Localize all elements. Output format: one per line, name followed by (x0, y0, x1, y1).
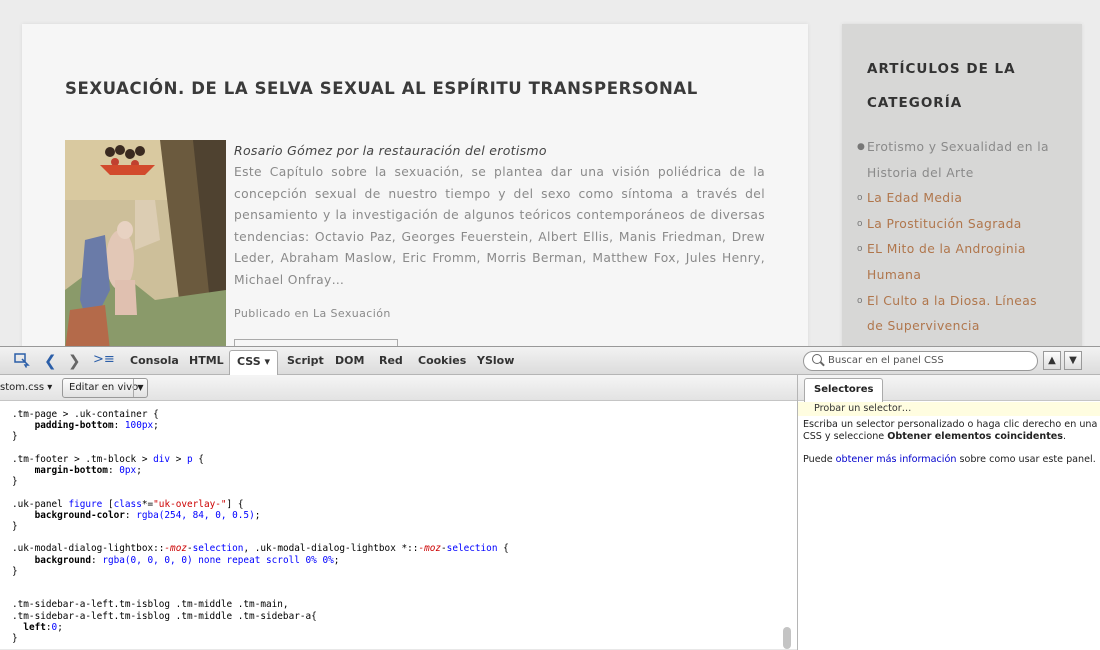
live-edit-label: Editar en vivo (69, 382, 139, 393)
live-edit-button[interactable]: Editar en vivo ▼ (62, 378, 148, 398)
code-scrollbar[interactable] (783, 627, 791, 649)
published-prefix: Publicado en (234, 307, 313, 320)
devtools-toolbar: ❮ ❯ >≡ Consola HTML CSS ▾ Script DOM Red… (0, 347, 1100, 375)
sidebar-item-label: La Edad Media (867, 191, 963, 206)
more-info-link[interactable]: obtener más información (836, 454, 957, 465)
tab-yslow[interactable]: YSlow (477, 354, 514, 367)
bullet-icon: ● (857, 142, 866, 152)
bullet-icon: o (857, 193, 863, 204)
sidebar-panel: ARTÍCULOS DE LA CATEGORÍA ● Erotismo y Se… (842, 24, 1082, 346)
sidebar-item-prostitucion[interactable]: o La Prostitución Sagrada (857, 212, 1057, 238)
painting-image (65, 140, 226, 346)
help-line-2-end: . (1063, 430, 1067, 442)
bullet-icon: o (857, 244, 863, 255)
article-card: SEXUACIÓN. DE LA SELVA SEXUAL AL ESPÍRIT… (22, 24, 808, 346)
back-icon[interactable]: ❮ (44, 352, 57, 370)
tab-dom[interactable]: DOM (335, 354, 364, 367)
tab-script[interactable]: Script (287, 354, 324, 367)
help-line-2: CSS y seleccione Obtener elementos coinc… (803, 431, 1100, 443)
help-line-3-end: sobre como usar este panel. (956, 454, 1096, 466)
selectors-side-panel: Selectores Probar un selector… Escriba u… (798, 375, 1100, 650)
sidebar-item-label: La Prostitución Sagrada (867, 216, 1022, 231)
sidebar-item-label: EL Mito de la Androginia Humana (867, 242, 1026, 282)
search-next-button[interactable]: ▼ (1064, 351, 1082, 370)
command-line-icon[interactable]: >≡ (93, 352, 115, 367)
side-panel-tabs: Selectores (798, 375, 1100, 402)
forward-icon[interactable]: ❯ (68, 352, 81, 370)
article-thumbnail[interactable] (65, 140, 226, 346)
css-line: padding-bottom (34, 420, 114, 432)
article-excerpt: Rosario Gómez por la restauración del er… (234, 140, 765, 292)
chevron-down-icon: ▼ (1069, 355, 1077, 366)
css-search-input[interactable]: Buscar en el panel CSS (803, 351, 1038, 371)
article-excerpt-text: Este Capítulo sobre la sexuación, se pla… (234, 165, 765, 287)
tab-css[interactable]: CSS ▾ (229, 350, 278, 375)
tab-selectors[interactable]: Selectores (804, 378, 884, 402)
help-line-2-text: CSS y seleccione (803, 430, 888, 442)
inspect-icon[interactable] (14, 352, 30, 372)
read-more-button[interactable] (234, 339, 398, 346)
selectors-help-text: Escriba un selector personalizado o haga… (803, 419, 1100, 466)
web-page: SEXUACIÓN. DE LA SELVA SEXUAL AL ESPÍRIT… (0, 0, 1100, 346)
sidebar-title: ARTÍCULOS DE LA CATEGORÍA (867, 61, 1016, 111)
tab-console[interactable]: Consola (130, 354, 179, 367)
category-link[interactable]: La Sexuación (313, 307, 391, 320)
help-line-1: Escriba un selector personalizado o haga… (803, 419, 1100, 430)
stylesheet-select[interactable]: stom.css ▾ (0, 382, 52, 393)
category-article-list: ● Erotismo y Sexualidad en la Historia de… (857, 135, 1057, 340)
tab-net[interactable]: Red (379, 354, 403, 367)
sidebar-item-edad-media[interactable]: o La Edad Media (857, 186, 1057, 212)
css-line: .tm-page > .uk-container { (12, 409, 159, 420)
css-source-view[interactable]: .tm-page > .uk-container { padding-botto… (12, 409, 782, 644)
dropdown-arrow-icon[interactable]: ▼ (133, 379, 147, 397)
search-prev-button[interactable]: ▲ (1043, 351, 1061, 370)
article-author: Rosario Gómez por la restauración del er… (234, 143, 547, 158)
tab-html[interactable]: HTML (189, 354, 224, 367)
published-in: Publicado en La Sexuación (234, 307, 391, 320)
firebug-devtools: ❮ ❯ >≡ Consola HTML CSS ▾ Script DOM Red… (0, 346, 1100, 650)
chevron-up-icon: ▲ (1048, 355, 1056, 366)
help-line-3-text: Puede (803, 454, 836, 466)
sidebar-item-diosa[interactable]: o El Culto a la Diosa. Líneas de Superviv… (857, 289, 1057, 340)
bullet-icon: o (857, 295, 863, 306)
help-line-2-bold: Obtener elementos coincidentes (887, 430, 1064, 442)
bullet-icon: o (857, 218, 863, 229)
search-icon (812, 354, 822, 364)
article-title[interactable]: SEXUACIÓN. DE LA SELVA SEXUAL AL ESPÍRIT… (65, 79, 698, 98)
search-placeholder: Buscar en el panel CSS (828, 355, 944, 366)
sidebar-item-androginia[interactable]: o EL Mito de la Androginia Humana (857, 237, 1057, 288)
sidebar-item-label: El Culto a la Diosa. Líneas de Supervive… (867, 293, 1037, 334)
help-line-3: Puede obtener más información sobre como… (803, 454, 1100, 466)
css-subtoolbar: stom.css ▾ Editar en vivo ▼ (0, 375, 797, 401)
tab-cookies[interactable]: Cookies (418, 354, 466, 367)
selector-probe-input[interactable]: Probar un selector… (798, 402, 1100, 416)
sidebar-item-erotismo[interactable]: ● Erotismo y Sexualidad en la Historia de… (857, 135, 1057, 186)
sidebar-item-label: Erotismo y Sexualidad en la Historia del… (867, 140, 1049, 180)
